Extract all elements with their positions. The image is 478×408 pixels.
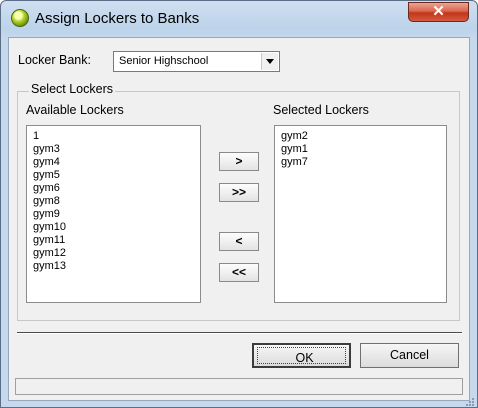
selected-lockers-list[interactable]: gym2 gym1 gym7: [274, 125, 447, 303]
chevron-down-icon[interactable]: [261, 53, 278, 70]
cancel-button-label: Cancel: [390, 348, 429, 362]
resize-grip-icon[interactable]: [465, 397, 475, 407]
title-bar[interactable]: Assign Lockers to Banks ✕: [1, 1, 477, 37]
list-item[interactable]: gym6: [33, 182, 200, 195]
available-lockers-label: Available Lockers: [26, 103, 124, 117]
list-item[interactable]: gym4: [33, 156, 200, 169]
available-lockers-list[interactable]: 1 gym3 gym4 gym5 gym6 gym8 gym9 gym10 gy…: [26, 125, 201, 303]
dialog-window: Assign Lockers to Banks ✕ Locker Bank: S…: [0, 0, 478, 408]
app-icon: [11, 9, 29, 27]
dialog-body: Locker Bank: Senior Highschool Select Lo…: [8, 37, 470, 401]
list-item[interactable]: gym13: [33, 260, 200, 273]
ok-button-label: OK: [295, 351, 314, 365]
locker-bank-label: Locker Bank:: [18, 53, 91, 67]
remove-locker-button[interactable]: <: [219, 232, 259, 251]
select-lockers-legend: Select Lockers: [29, 82, 115, 96]
locker-bank-dropdown[interactable]: Senior Highschool: [113, 51, 280, 72]
divider-highlight: [17, 333, 462, 334]
status-bar: [15, 378, 463, 395]
window-title: Assign Lockers to Banks: [35, 10, 200, 27]
list-item[interactable]: gym12: [33, 247, 200, 260]
list-item[interactable]: gym1: [281, 143, 446, 156]
list-item[interactable]: gym2: [281, 130, 446, 143]
ok-button[interactable]: OK: [252, 343, 351, 368]
cancel-button[interactable]: Cancel: [360, 343, 459, 368]
locker-bank-value: Senior Highschool: [119, 55, 209, 67]
list-item[interactable]: gym7: [281, 156, 446, 169]
close-button[interactable]: ✕: [408, 2, 469, 22]
close-icon: ✕: [432, 3, 445, 20]
list-item[interactable]: gym8: [33, 195, 200, 208]
add-all-lockers-button[interactable]: >>: [219, 183, 259, 202]
list-item[interactable]: gym9: [33, 208, 200, 221]
list-item[interactable]: 1: [33, 130, 200, 143]
list-item[interactable]: gym3: [33, 143, 200, 156]
list-item[interactable]: gym10: [33, 221, 200, 234]
remove-all-lockers-button[interactable]: <<: [219, 263, 259, 282]
add-locker-button[interactable]: >: [219, 152, 259, 171]
list-item[interactable]: gym11: [33, 234, 200, 247]
list-item[interactable]: gym5: [33, 169, 200, 182]
selected-lockers-label: Selected Lockers: [273, 103, 369, 117]
